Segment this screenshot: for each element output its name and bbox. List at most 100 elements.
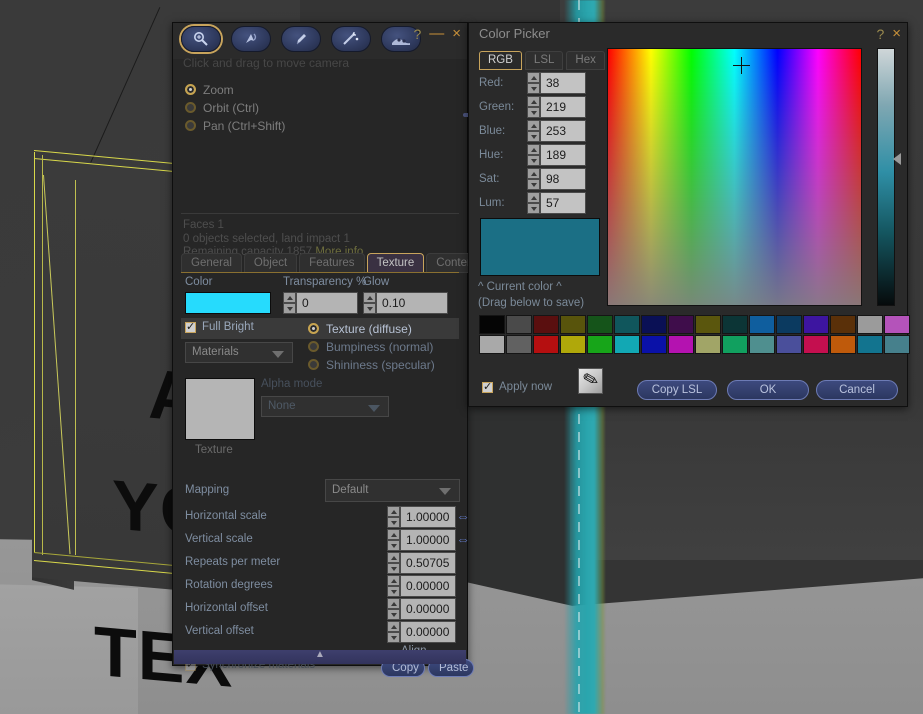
ok-button[interactable]: OK	[727, 380, 809, 400]
color-picker-window-controls[interactable]: ? ×	[876, 25, 901, 43]
field-spinner[interactable]: 0.00000	[387, 598, 456, 620]
apply-now-checkbox[interactable]: Apply now	[482, 380, 552, 393]
build-titlebar[interactable]: ? — ×	[173, 23, 467, 59]
field-input[interactable]: 0.50705	[400, 552, 456, 574]
field-stepper[interactable]	[387, 552, 400, 574]
field-input[interactable]: 0.00000	[400, 621, 456, 643]
color-swatch[interactable]	[614, 335, 640, 354]
checkbox-icon[interactable]	[185, 320, 196, 333]
full-bright-checkbox[interactable]: Full Bright	[185, 320, 254, 333]
color-swatch[interactable]	[506, 335, 532, 354]
color-swatch[interactable]	[884, 335, 910, 354]
close-icon[interactable]: ×	[452, 25, 461, 43]
field-input[interactable]: 1.00000	[400, 529, 456, 551]
channel-input[interactable]: 189	[540, 144, 586, 166]
color-swatch[interactable]	[722, 335, 748, 354]
color-swatch[interactable]	[776, 315, 802, 334]
color-swatch[interactable]	[587, 315, 613, 334]
color-swatch[interactable]	[479, 335, 505, 354]
channel-input[interactable]: 253	[540, 120, 586, 142]
color-swatch[interactable]	[506, 315, 532, 334]
camera-mode-orbit[interactable]: Orbit (Ctrl)	[185, 99, 285, 116]
glow-spinner[interactable]: 0.10	[363, 292, 448, 314]
edit-tool-button[interactable]	[281, 26, 321, 52]
close-icon[interactable]: ×	[892, 25, 901, 43]
color-swatch[interactable]	[614, 315, 640, 334]
channel-stepper[interactable]	[527, 96, 540, 118]
luminance-slider[interactable]	[877, 48, 895, 306]
tab-general[interactable]: General	[181, 253, 242, 273]
channel-input[interactable]: 98	[540, 168, 586, 190]
focus-tool-button[interactable]	[181, 26, 221, 52]
camera-mode-radiogroup[interactable]: Zoom Orbit (Ctrl) Pan (Ctrl+Shift)	[185, 81, 285, 135]
color-swatch[interactable]	[668, 315, 694, 334]
channel-input[interactable]: 219	[540, 96, 586, 118]
channel-stepper[interactable]	[527, 168, 540, 190]
copy-lsl-button[interactable]: Copy LSL	[637, 380, 717, 400]
transparency-spinner[interactable]: 0	[283, 292, 358, 314]
saved-swatches-grid[interactable]	[479, 315, 910, 354]
tab-rgb[interactable]: RGB	[479, 51, 522, 70]
color-swatch[interactable]	[641, 335, 667, 354]
color-swatch[interactable]	[830, 335, 856, 354]
color-swatch[interactable]	[560, 335, 586, 354]
channel-input[interactable]: 57	[540, 192, 586, 214]
move-tool-button[interactable]	[231, 26, 271, 52]
field-input[interactable]: 1.00000	[400, 506, 456, 528]
texture-preview-button[interactable]	[185, 378, 255, 440]
transparency-stepper[interactable]	[283, 292, 296, 314]
color-swatch[interactable]	[830, 315, 856, 334]
map-mode-normal[interactable]: Bumpiness (normal)	[308, 338, 435, 355]
color-swatch[interactable]	[749, 335, 775, 354]
field-stepper[interactable]	[387, 598, 400, 620]
alpha-mode-dropdown[interactable]: None	[261, 396, 389, 417]
color-channel-row[interactable]: Green: 219	[479, 95, 586, 119]
link-axes-icon[interactable]	[456, 508, 471, 524]
field-input[interactable]: 0.00000	[400, 575, 456, 597]
color-swatch[interactable]	[803, 335, 829, 354]
field-spinner[interactable]: 0.00000	[387, 575, 456, 597]
map-mode-specular[interactable]: Shininess (specular)	[308, 356, 435, 373]
map-mode-radiogroup[interactable]: Texture (diffuse) Bumpiness (normal) Shi…	[308, 320, 435, 374]
tab-hex[interactable]: Hex	[566, 51, 605, 70]
minimize-icon[interactable]: —	[429, 25, 444, 43]
channel-stepper[interactable]	[527, 120, 540, 142]
tab-lsl[interactable]: LSL	[524, 51, 564, 70]
link-axes-icon[interactable]	[456, 531, 471, 547]
color-swatch[interactable]	[533, 335, 559, 354]
color-mode-tabs[interactable]: RGB LSL Hex	[479, 51, 605, 70]
help-icon[interactable]: ?	[413, 25, 421, 43]
field-stepper[interactable]	[387, 506, 400, 528]
field-spinner[interactable]: 0.00000	[387, 621, 456, 643]
field-stepper[interactable]	[387, 621, 400, 643]
channel-input[interactable]: 38	[540, 72, 586, 94]
channel-stepper[interactable]	[527, 144, 540, 166]
color-swatch[interactable]	[749, 315, 775, 334]
checkbox-icon[interactable]	[482, 380, 493, 393]
luminance-slider-marker[interactable]	[893, 152, 901, 165]
cancel-button[interactable]: Cancel	[816, 380, 898, 400]
channel-stepper[interactable]	[527, 72, 540, 94]
field-spinner[interactable]: 0.50705	[387, 552, 456, 574]
color-swatch[interactable]	[803, 315, 829, 334]
color-swatch[interactable]	[587, 335, 613, 354]
mapping-dropdown[interactable]: Default	[325, 479, 460, 502]
field-stepper[interactable]	[387, 529, 400, 551]
color-channel-row[interactable]: Lum: 57	[479, 191, 586, 215]
field-spinner[interactable]: 1.00000	[387, 529, 471, 551]
color-swatch[interactable]	[533, 315, 559, 334]
collapse-handle[interactable]	[174, 650, 466, 664]
field-stepper[interactable]	[387, 575, 400, 597]
build-toolbar[interactable]	[181, 26, 421, 52]
field-input[interactable]: 0.00000	[400, 598, 456, 620]
color-swatch[interactable]	[695, 315, 721, 334]
color-swatch[interactable]	[668, 335, 694, 354]
tab-object[interactable]: Object	[243, 253, 298, 273]
eyedropper-icon[interactable]	[578, 368, 603, 394]
color-swatch[interactable]	[857, 335, 883, 354]
camera-mode-pan[interactable]: Pan (Ctrl+Shift)	[185, 117, 285, 134]
color-swatch[interactable]	[884, 315, 910, 334]
color-swatch[interactable]	[857, 315, 883, 334]
color-swatch[interactable]	[479, 315, 505, 334]
tab-texture[interactable]: Texture	[366, 253, 425, 273]
